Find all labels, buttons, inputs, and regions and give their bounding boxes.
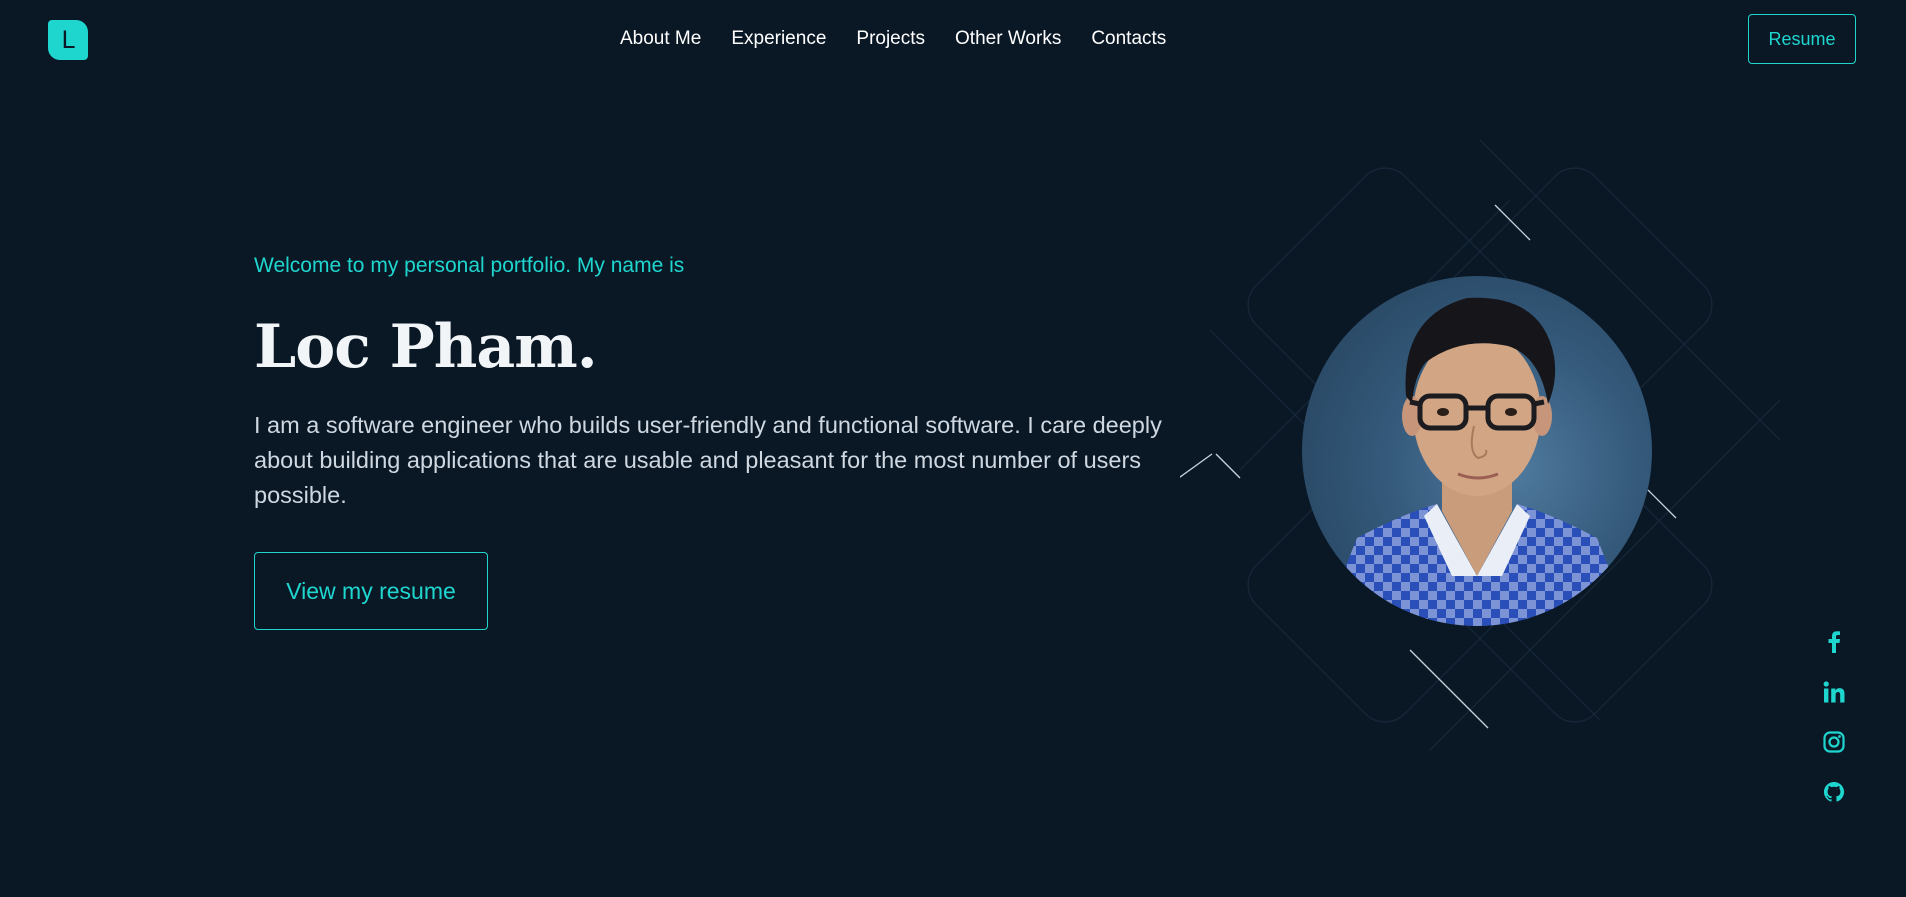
nav-other-works[interactable]: Other Works — [955, 28, 1061, 50]
nav-experience[interactable]: Experience — [731, 28, 826, 50]
accent-line — [1494, 204, 1531, 241]
resume-button[interactable]: Resume — [1748, 14, 1856, 64]
nav-projects[interactable]: Projects — [856, 28, 925, 50]
accent-line — [1409, 649, 1489, 729]
greeting-text: Welcome to my personal portfolio. My nam… — [254, 254, 685, 277]
social-links — [1820, 628, 1848, 828]
portrait-illustration — [1322, 297, 1632, 626]
eye-left — [1437, 408, 1449, 416]
hero-name: Loc Pham. — [254, 312, 598, 382]
instagram-icon — [1823, 731, 1845, 753]
nav-about-me[interactable]: About Me — [620, 28, 701, 50]
linkedin-link[interactable] — [1820, 678, 1848, 706]
facebook-link[interactable] — [1820, 628, 1848, 656]
profile-portrait — [1302, 276, 1652, 626]
hero-bio: I am a software engineer who builds user… — [254, 412, 1162, 508]
accent-line — [1180, 453, 1213, 478]
facebook-icon — [1828, 631, 1840, 653]
instagram-link[interactable] — [1820, 728, 1848, 756]
github-link[interactable] — [1820, 778, 1848, 806]
linkedin-icon — [1823, 681, 1845, 703]
nav-contacts[interactable]: Contacts — [1091, 28, 1166, 50]
accent-line — [1215, 453, 1241, 479]
eye-right — [1505, 408, 1517, 416]
logo-letter: L — [61, 26, 75, 54]
logo[interactable]: L — [48, 20, 88, 60]
top-navigation: L About Me Experience Projects Other Wor… — [0, 0, 1906, 80]
view-resume-button[interactable]: View my resume — [254, 552, 488, 630]
nav-links: About Me Experience Projects Other Works… — [620, 28, 1196, 50]
github-icon — [1823, 781, 1845, 802]
